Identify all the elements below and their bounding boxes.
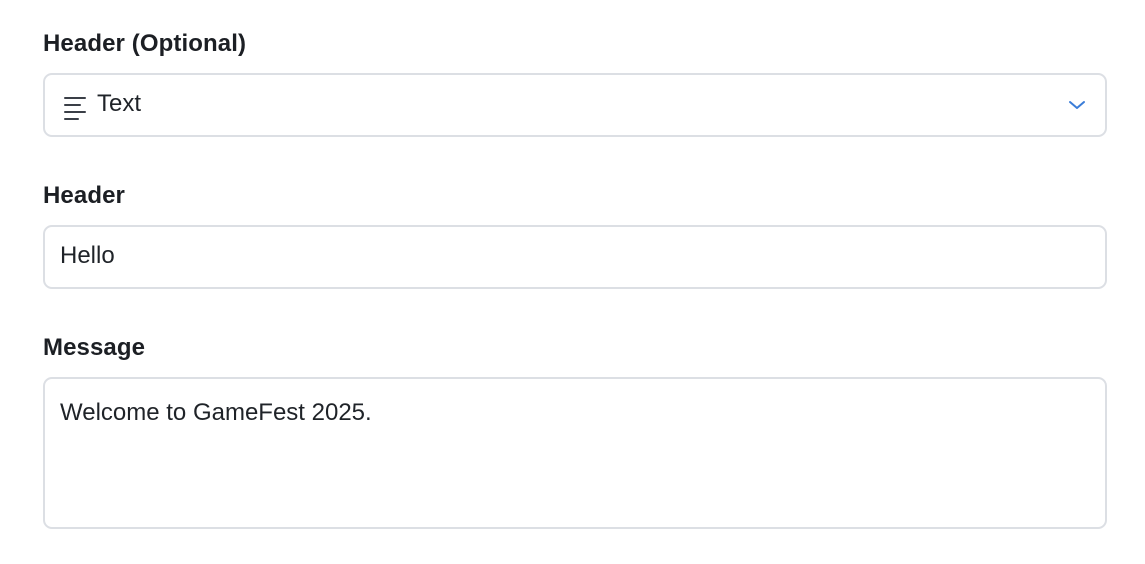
header-type-label: Header (Optional) (43, 30, 247, 57)
text-lines-icon (64, 97, 86, 120)
header-input-value: Hello (60, 242, 115, 269)
message-template-form: Header (Optional) Text Header Hello Mess… (0, 0, 1145, 564)
header-label: Header (43, 182, 125, 209)
message-textarea[interactable]: Welcome to GameFest 2025. (43, 377, 1107, 529)
message-label: Message (43, 334, 146, 361)
header-type-selected-value: Text (97, 90, 142, 117)
header-type-select[interactable]: Text (43, 73, 1107, 137)
message-textarea-value: Welcome to GameFest 2025. (60, 399, 372, 426)
chevron-down-icon[interactable] (1067, 97, 1087, 113)
header-input[interactable]: Hello (43, 225, 1107, 289)
